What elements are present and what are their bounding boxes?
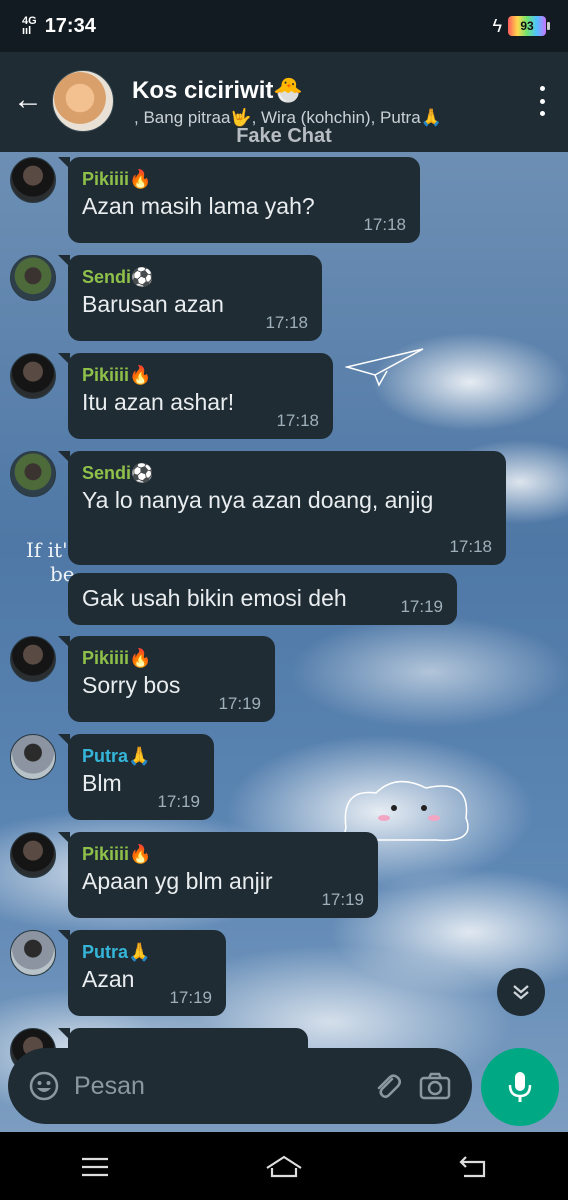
- status-bar: 4G ııl 17:34 ϟ 93: [0, 0, 568, 52]
- input-placeholder[interactable]: Pesan: [74, 1072, 370, 1101]
- message-composer: Pesan: [0, 1040, 568, 1132]
- message-text: Gak usah bikin emosi deh: [82, 585, 347, 611]
- message-time: 17:19: [321, 890, 364, 909]
- sender-name[interactable]: Putra🙏: [82, 744, 200, 768]
- chevron-double-down-icon: [513, 985, 529, 1000]
- avatar[interactable]: [10, 353, 56, 399]
- message-text: Azan masih lama yah?: [82, 193, 315, 219]
- message-time: 17:19: [400, 597, 443, 616]
- camera-icon[interactable]: [418, 1069, 452, 1103]
- message-time: 17:19: [157, 792, 200, 811]
- avatar[interactable]: [10, 930, 56, 976]
- charging-icon: ϟ: [492, 15, 502, 36]
- message-bubble[interactable]: Pikiiii🔥 Apaan yg blm anjir 17:19: [58, 832, 378, 918]
- message-input[interactable]: Pesan: [8, 1048, 472, 1124]
- avatar[interactable]: [10, 451, 56, 497]
- home-button[interactable]: [254, 1147, 314, 1187]
- mic-icon: [508, 1072, 532, 1102]
- message-bubble[interactable]: Putra🙏 Azan 17:19: [58, 930, 226, 1016]
- message-text: Ya lo nanya nya azan doang, anjig: [82, 487, 434, 513]
- sender-name[interactable]: Pikiiii🔥: [82, 646, 261, 670]
- message-bubble[interactable]: Gak usah bikin emosi deh 17:19: [68, 573, 457, 625]
- menu-icon: [81, 1157, 108, 1177]
- message-time: 17:19: [169, 988, 212, 1007]
- avatar[interactable]: [10, 832, 56, 878]
- sender-name[interactable]: Pikiiii🔥: [82, 842, 364, 866]
- message-bubble[interactable]: Pikiiii🔥 Sorry bos 17:19: [58, 636, 275, 722]
- mic-button[interactable]: [481, 1048, 559, 1126]
- message-bubble[interactable]: Pikiiii🔥 Itu azan ashar! 17:18: [58, 353, 333, 439]
- back-icon: [459, 1156, 486, 1178]
- message-time: 17:18: [265, 313, 308, 332]
- message-time: 17:18: [276, 411, 319, 430]
- paperclip-icon[interactable]: [370, 1069, 404, 1103]
- message-time: 17:18: [363, 215, 406, 234]
- group-avatar[interactable]: [52, 70, 114, 132]
- avatar[interactable]: [10, 255, 56, 301]
- clock: 17:34: [44, 14, 96, 37]
- avatar[interactable]: [10, 734, 56, 780]
- message-time: 17:19: [218, 694, 261, 713]
- sender-name[interactable]: Pikiiii🔥: [82, 167, 406, 191]
- sender-name[interactable]: Sendi⚽: [82, 461, 492, 485]
- back-button[interactable]: [443, 1147, 503, 1187]
- message-bubble[interactable]: Putra🙏 Blm 17:19: [58, 734, 214, 820]
- message-bubble[interactable]: Pikiiii🔥 Azan masih lama yah? 17:18: [58, 157, 420, 243]
- message-time: 17:18: [449, 537, 492, 556]
- avatar[interactable]: [10, 636, 56, 682]
- avatar[interactable]: [10, 157, 56, 203]
- scroll-to-bottom-button[interactable]: [497, 968, 545, 1016]
- battery-indicator: 93: [508, 16, 550, 36]
- paper-plane-doodle: [345, 348, 424, 387]
- fake-chat-watermark: Fake Chat: [236, 125, 332, 147]
- recents-button[interactable]: [65, 1147, 125, 1187]
- emoji-icon[interactable]: [28, 1070, 60, 1102]
- signal-icon: ııl: [22, 25, 32, 37]
- group-title[interactable]: Kos ciciriwit🐣: [132, 76, 303, 105]
- home-icon: [266, 1155, 302, 1178]
- sender-name[interactable]: Sendi⚽: [82, 265, 308, 289]
- back-arrow-icon[interactable]: ←: [10, 82, 46, 118]
- message-bubble[interactable]: Sendi⚽ Ya lo nanya nya azan doang, anjig…: [58, 451, 506, 565]
- sender-name[interactable]: Pikiiii🔥: [82, 363, 319, 387]
- chat-area[interactable]: If it' be Pikiiii🔥 Azan masih lama yah? …: [0, 152, 568, 1132]
- more-options-icon[interactable]: [536, 86, 548, 116]
- system-nav-bar: [0, 1134, 568, 1200]
- sender-name[interactable]: Putra🙏: [82, 940, 212, 964]
- message-bubble[interactable]: Sendi⚽ Barusan azan 17:18: [58, 255, 322, 341]
